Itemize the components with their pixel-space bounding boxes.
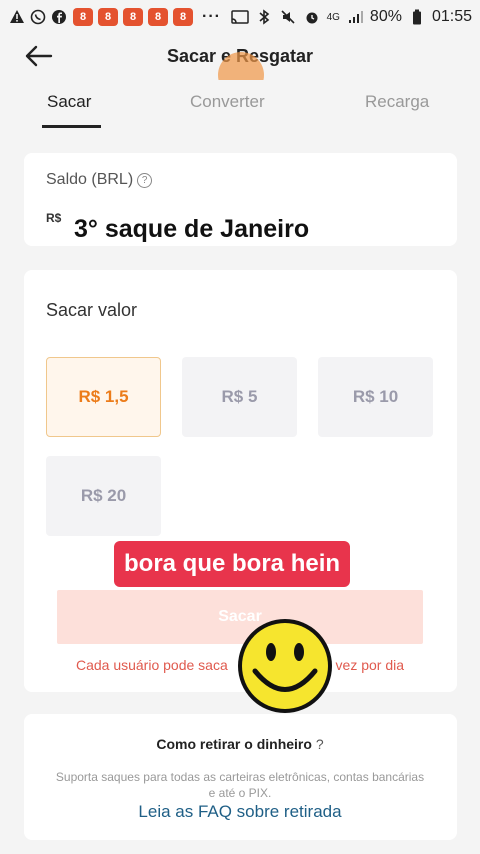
tab-sacar[interactable]: Sacar (47, 92, 91, 112)
amount-option-5[interactable]: R$ 5 (182, 357, 297, 437)
active-tab-indicator (42, 125, 101, 128)
more-notifications: ··· (202, 8, 221, 25)
whatsapp-icon (29, 8, 47, 26)
app-icon: 8 (123, 8, 143, 26)
tab-bar: Sacar Converter Recarga (0, 80, 480, 130)
bluetooth-icon (255, 8, 273, 26)
amount-option-20[interactable]: R$ 20 (46, 456, 161, 536)
status-bar: 8 8 8 8 8 ··· 4G 80% 01:55 (0, 0, 480, 34)
balance-label-text: Saldo (BRL) (46, 171, 134, 188)
how-to-title-text: Como retirar o dinheiro (156, 736, 312, 752)
facebook-icon (50, 8, 68, 26)
warning-icon (8, 8, 26, 26)
alarm-icon (303, 8, 321, 26)
cast-icon (230, 8, 249, 26)
withdraw-title: Sacar valor (46, 300, 138, 320)
video-caption: 3° saque de Janeiro (66, 213, 318, 246)
network-type: 4G (326, 11, 340, 23)
balance-card: Saldo (BRL) ? R$ 3° saque de Janeiro (24, 153, 457, 246)
battery-icon (408, 8, 426, 26)
amount-option-1-5[interactable]: R$ 1,5 (46, 357, 161, 437)
limit-note-right: vez por dia (335, 657, 405, 673)
mute-icon (279, 8, 297, 26)
app-icon: 8 (148, 8, 168, 26)
help-icon[interactable]: ? (137, 172, 153, 188)
limit-note-left: Cada usuário pode saca (75, 657, 228, 673)
app-icon: 8 (173, 8, 193, 26)
smiley-sticker-icon (235, 616, 335, 716)
balance-label: Saldo (BRL) ? (46, 171, 153, 189)
tab-converter[interactable]: Converter (190, 92, 265, 112)
battery-percent: 80% (369, 8, 402, 25)
caption-banner: bora que bora hein (114, 541, 351, 587)
how-to-description: Suporta saques para todas as carteiras e… (55, 770, 425, 800)
app-icon: 8 (73, 8, 93, 26)
faq-link[interactable]: Leia as FAQ sobre retirada (0, 802, 480, 822)
how-to-help[interactable]: ? (316, 736, 324, 752)
back-arrow-icon[interactable] (22, 40, 54, 72)
balance-currency: R$ (46, 211, 62, 225)
app-icon: 8 (98, 8, 118, 26)
amount-option-10[interactable]: R$ 10 (318, 357, 433, 437)
clock: 01:55 (431, 8, 472, 25)
app-header: Sacar e Resgatar (0, 34, 480, 98)
tab-recarga[interactable]: Recarga (365, 92, 429, 112)
signal-icon (346, 8, 364, 26)
how-to-title: Como retirar o dinheiro ? (0, 736, 480, 752)
